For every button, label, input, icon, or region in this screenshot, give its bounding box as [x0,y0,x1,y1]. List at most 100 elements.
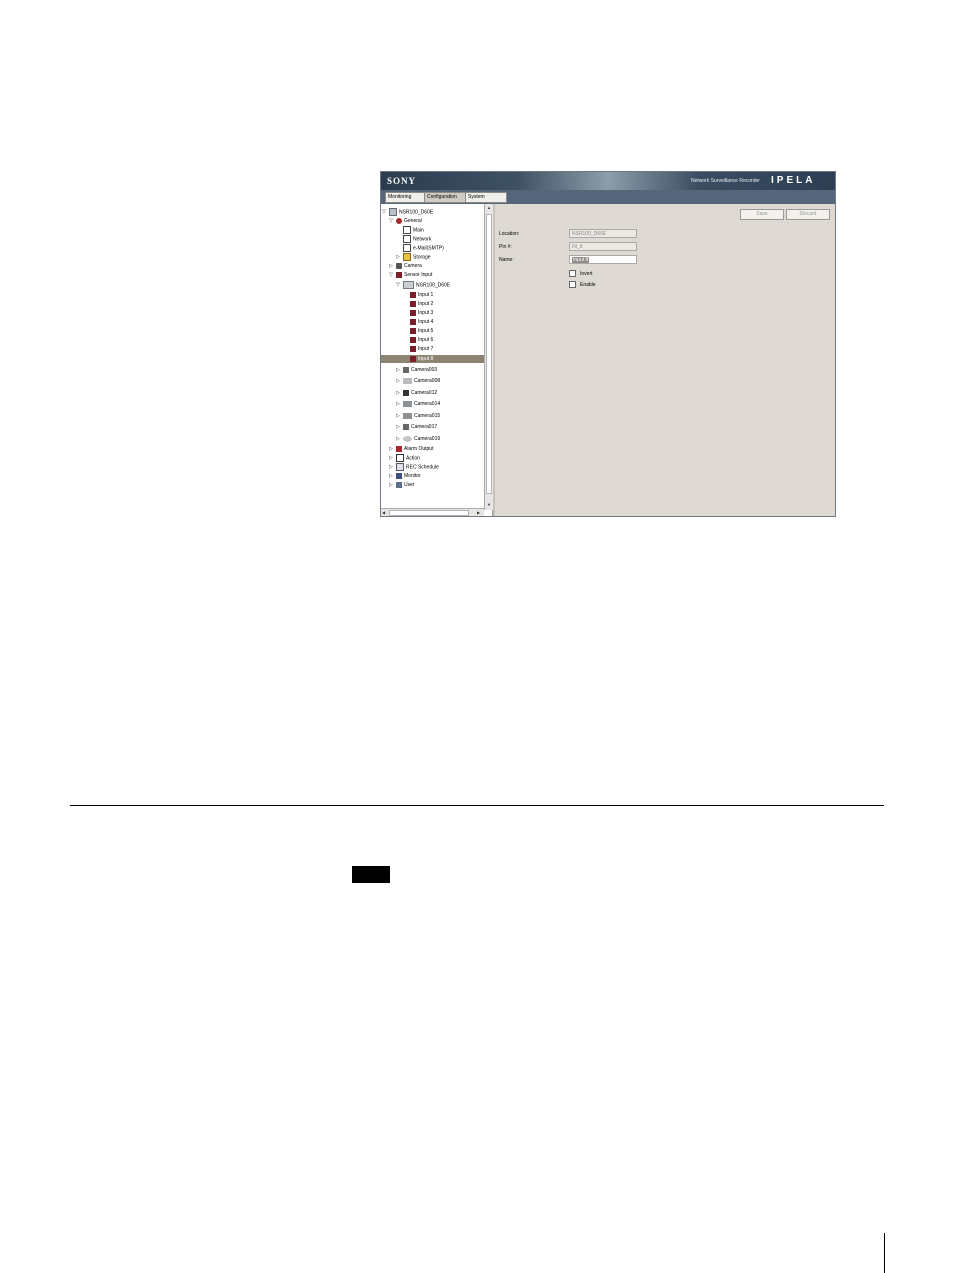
configuration-tree: ▽ NSR100_D60E ▽ General Main Network e-Mai… [381,204,493,516]
sensor-icon [410,327,416,334]
recorder-icon [389,208,397,216]
camera-icon [396,262,402,269]
collapse-arrow-icon[interactable]: ▽ [396,281,403,289]
camera-icon [403,377,412,384]
document-icon [403,244,411,252]
tree-node-input[interactable]: Input 6 [410,336,433,344]
tab-system[interactable]: System [465,192,507,203]
tree-node-input-selected[interactable]: Input 8 [381,355,484,363]
scroll-left-icon[interactable]: ◀ [382,510,385,516]
tree-node-camera[interactable]: ▷ Camera [389,262,422,270]
tree-node-input[interactable]: Input 3 [410,309,433,317]
tree-node-input[interactable]: Input 2 [410,300,433,308]
expand-arrow-icon[interactable]: ▷ [396,253,403,261]
location-label: Location: [499,231,520,237]
tree-node-camera-item[interactable]: ▷ Camera008 [396,377,440,385]
scroll-thumb[interactable] [486,214,492,494]
section-divider [70,805,884,806]
camera-icon [403,435,412,442]
tree-node-monitor[interactable]: ▷ Monitor [389,472,421,480]
expand-arrow-icon[interactable]: ▷ [396,389,403,397]
name-input[interactable]: Input 8 [569,255,637,264]
pin-label: Pin #: [499,244,512,250]
tree-node-camera-item[interactable]: ▷ Camera017 [396,423,437,431]
schedule-icon [396,463,404,471]
tab-monitoring[interactable]: Monitoring [385,192,427,203]
camera-icon [403,389,409,396]
expand-arrow-icon[interactable]: ▷ [396,423,403,431]
pin-field: IN_8 [569,242,637,251]
tree-node-network[interactable]: Network [403,235,431,243]
tree-node-camera-item[interactable]: ▷ Camera012 [396,389,437,397]
expand-arrow-icon[interactable]: ▷ [396,412,403,420]
scroll-down-icon[interactable]: ▼ [487,502,491,508]
expand-arrow-icon[interactable]: ▷ [389,472,396,480]
product-name: Network Surveillance Recorder [691,178,760,184]
sensor-icon [396,271,402,278]
recorder-icon [403,281,414,289]
camera-icon [403,400,412,407]
tree-node-input[interactable]: Input 4 [410,318,433,326]
app-window: SONY Network Surveillance Recorder IPELA… [381,172,835,516]
tree-horizontal-scrollbar[interactable]: ◀ ▶ [381,508,484,516]
general-icon [396,217,402,224]
tree-node-general[interactable]: ▽ General [389,217,422,225]
discard-button[interactable]: Discard [786,209,830,220]
name-label: Name: [499,257,514,263]
scroll-right-icon[interactable]: ▶ [477,510,480,516]
tree-node-alarm-output[interactable]: ▷ Alarm Output [389,445,433,453]
sensor-icon [410,345,416,352]
invert-checkbox[interactable]: Invert [569,270,593,278]
alarm-icon [396,445,402,452]
expand-arrow-icon[interactable]: ▷ [396,435,403,443]
enable-checkbox[interactable]: Enable [569,281,596,289]
tree-node-camera-item[interactable]: ▷ Camera003 [396,366,437,374]
tree-node-action[interactable]: ▷ Action [389,454,420,462]
user-icon [396,481,402,488]
expand-arrow-icon[interactable]: ▷ [389,454,396,462]
tree-node-email[interactable]: e-Mail(SMTP) [403,244,444,252]
expand-arrow-icon[interactable]: ▷ [396,366,403,374]
tree-node-input[interactable]: Input 1 [410,291,433,299]
location-field: NSR100_D60E [569,229,637,238]
checkbox-icon[interactable] [569,270,576,277]
header-banner: SONY Network Surveillance Recorder IPELA [381,172,835,190]
page-edge-line [884,1233,885,1273]
tree-node-sensor-input[interactable]: ▽ Sensor Input [389,271,432,279]
tree-node-user[interactable]: ▷ User [389,481,415,489]
scroll-up-icon[interactable]: ▲ [487,205,491,211]
sensor-icon [410,336,416,343]
camera-icon [403,423,409,430]
tree-node-sensor-device[interactable]: ▽ NSR100_D60E [396,281,450,289]
tab-configuration[interactable]: Configuration [424,192,466,203]
expand-arrow-icon[interactable]: ▷ [389,262,396,270]
tree-node-input[interactable]: Input 7 [410,345,433,353]
tree-node-camera-item[interactable]: ▷ Camera014 [396,400,440,408]
expand-arrow-icon[interactable]: ▷ [389,463,396,471]
expand-arrow-icon[interactable]: ▷ [396,400,403,408]
sensor-icon [410,300,416,307]
tree-node-main[interactable]: Main [403,226,424,234]
collapse-arrow-icon[interactable]: ▽ [382,208,389,216]
monitor-icon [396,472,402,479]
camera-icon [403,366,409,373]
tree-node-camera-item[interactable]: ▷ Camera015 [396,412,440,420]
tree-vertical-scrollbar[interactable]: ▲ ▼ [484,204,493,510]
tree-node-input[interactable]: Input 5 [410,327,433,335]
collapse-arrow-icon[interactable]: ▽ [389,271,396,279]
expand-arrow-icon[interactable]: ▷ [396,377,403,385]
tab-bar: Monitoring Configuration System [381,190,835,204]
scroll-thumb[interactable] [389,510,469,516]
checkbox-icon[interactable] [569,281,576,288]
tree-node-root[interactable]: ▽ NSR100_D60E [382,208,433,216]
tree-node-rec-schedule[interactable]: ▷ REC Schedule [389,463,439,471]
tree-node-storage[interactable]: ▷ Storage [396,253,431,261]
collapse-arrow-icon[interactable]: ▽ [389,217,396,225]
ipela-logo: IPELA [771,175,816,186]
expand-arrow-icon[interactable]: ▷ [389,445,396,453]
save-button[interactable]: Save [740,209,784,220]
sony-logo: SONY [387,176,417,186]
tree-node-camera-item[interactable]: ▷ Camera019 [396,435,440,443]
expand-arrow-icon[interactable]: ▷ [389,481,396,489]
folder-icon [403,253,411,261]
